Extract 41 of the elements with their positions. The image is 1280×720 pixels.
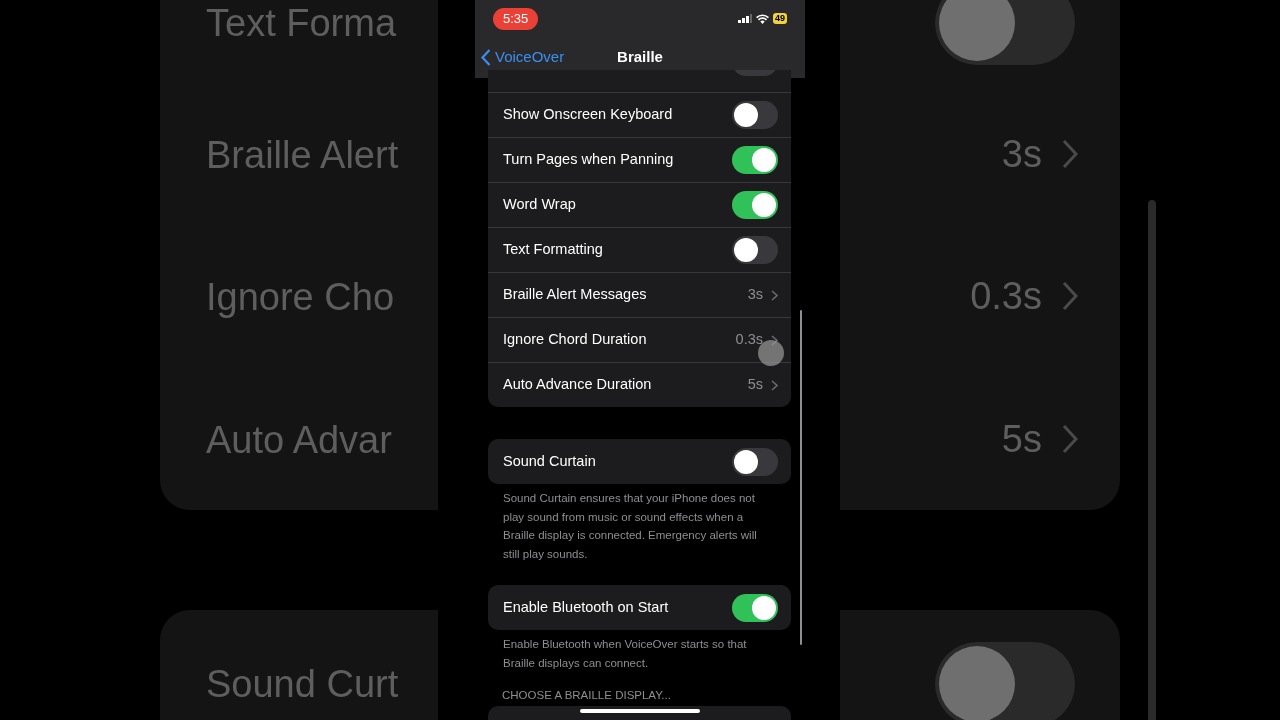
toggle-switch[interactable] [732, 146, 778, 174]
row-label: Text Formatting [503, 240, 603, 260]
back-button[interactable]: VoiceOver [481, 46, 565, 69]
row-label: Turn Pages when Panning [503, 150, 674, 170]
toggle-switch[interactable] [732, 593, 778, 622]
row-label: Show Onscreen Keyboard [503, 105, 673, 125]
chevron-icon [771, 289, 778, 301]
toggle-switch[interactable] [732, 101, 778, 129]
row-label: Ignore Chord Duration [503, 330, 647, 350]
section-header: CHOOSE A BRAILLE DISPLAY... [501, 688, 672, 703]
backdrop-label: Auto Advar [206, 421, 392, 459]
battery-level: 49 [773, 13, 787, 25]
row-label: Word Wrap [503, 195, 576, 215]
backdrop-label: Text Forma [206, 4, 397, 42]
row-label: Braille Alert Messages [503, 285, 647, 305]
signal-icon [738, 14, 752, 24]
toggle-switch[interactable] [732, 447, 778, 476]
row-value: 5s [747, 375, 763, 395]
row-value: 0.3s [735, 330, 763, 350]
backdrop-value: 0.3s [970, 277, 1042, 315]
chevron-icon [1062, 424, 1078, 454]
clock-time: 5:35 [493, 8, 539, 30]
chevron-icon [1062, 281, 1078, 311]
toggle-switch[interactable] [732, 236, 778, 264]
chevron-icon [771, 379, 778, 391]
backdrop-value: 3s [1001, 135, 1042, 173]
row-label: Sound Curtain [503, 451, 596, 471]
wifi-icon [756, 13, 769, 24]
back-chevron-icon [481, 49, 491, 66]
backdrop-label: Braille Alert [206, 136, 399, 174]
row-label: Auto Advance Duration [503, 375, 652, 395]
section-footer: Enable Bluetooth when VoiceOver starts so that Braille displays can connect. [488, 630, 791, 672]
backdrop-label: Ignore Cho [206, 278, 394, 316]
row-value: 3s [747, 285, 763, 305]
page-title: Braille [617, 47, 663, 68]
backdrop-value: 5s [1001, 420, 1042, 458]
section-footer: Sound Curtain ensures that your iPhone does not play sound from music or sound effects when a Braille display is connected. Emergency alerts will still play sounds. [488, 484, 791, 563]
toggle-switch[interactable] [732, 191, 778, 219]
backdrop-label: Sound Curt [206, 665, 399, 703]
chevron-icon [1062, 139, 1078, 169]
row-label: Enable Bluetooth on Start [503, 597, 669, 617]
